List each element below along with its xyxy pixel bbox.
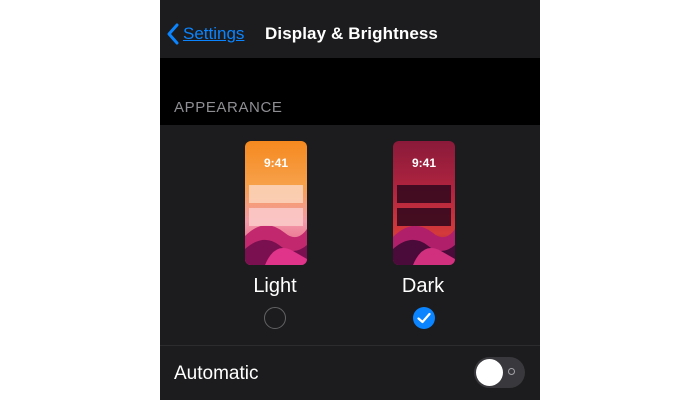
navigation-bar: Settings Display & Brightness	[160, 0, 540, 58]
dark-preview-time: 9:41	[411, 156, 437, 170]
dark-mode-label: Dark	[401, 275, 445, 297]
automatic-label: Automatic	[174, 363, 259, 384]
toggle-off-indicator-icon	[508, 368, 515, 375]
light-preview-time: 9:41	[263, 156, 289, 170]
back-button[interactable]: Settings	[166, 22, 244, 46]
light-mode-preview: 9:41	[245, 141, 307, 265]
appearance-options: 9:41 Light 9:41 Dark	[160, 125, 540, 345]
chevron-left-icon	[166, 23, 180, 45]
section-header-label: APPEARANCE	[174, 99, 283, 116]
automatic-toggle[interactable]	[474, 357, 525, 388]
page-title: Display & Brightness	[265, 24, 438, 43]
back-button-label: Settings	[183, 24, 245, 43]
light-mode-label: Light	[253, 275, 297, 297]
automatic-row: Automatic	[160, 346, 540, 400]
toggle-knob	[476, 359, 503, 386]
light-mode-radio[interactable]	[264, 307, 286, 329]
dark-mode-preview: 9:41	[393, 141, 455, 265]
settings-screen: Settings Display & Brightness APPEARANCE	[160, 0, 540, 400]
light-mode-option[interactable]: 9:41 Light	[230, 141, 320, 341]
dark-mode-radio[interactable]	[413, 307, 435, 329]
dark-mode-option[interactable]: 9:41 Dark	[378, 141, 468, 341]
appearance-section-header: APPEARANCE	[160, 58, 540, 125]
